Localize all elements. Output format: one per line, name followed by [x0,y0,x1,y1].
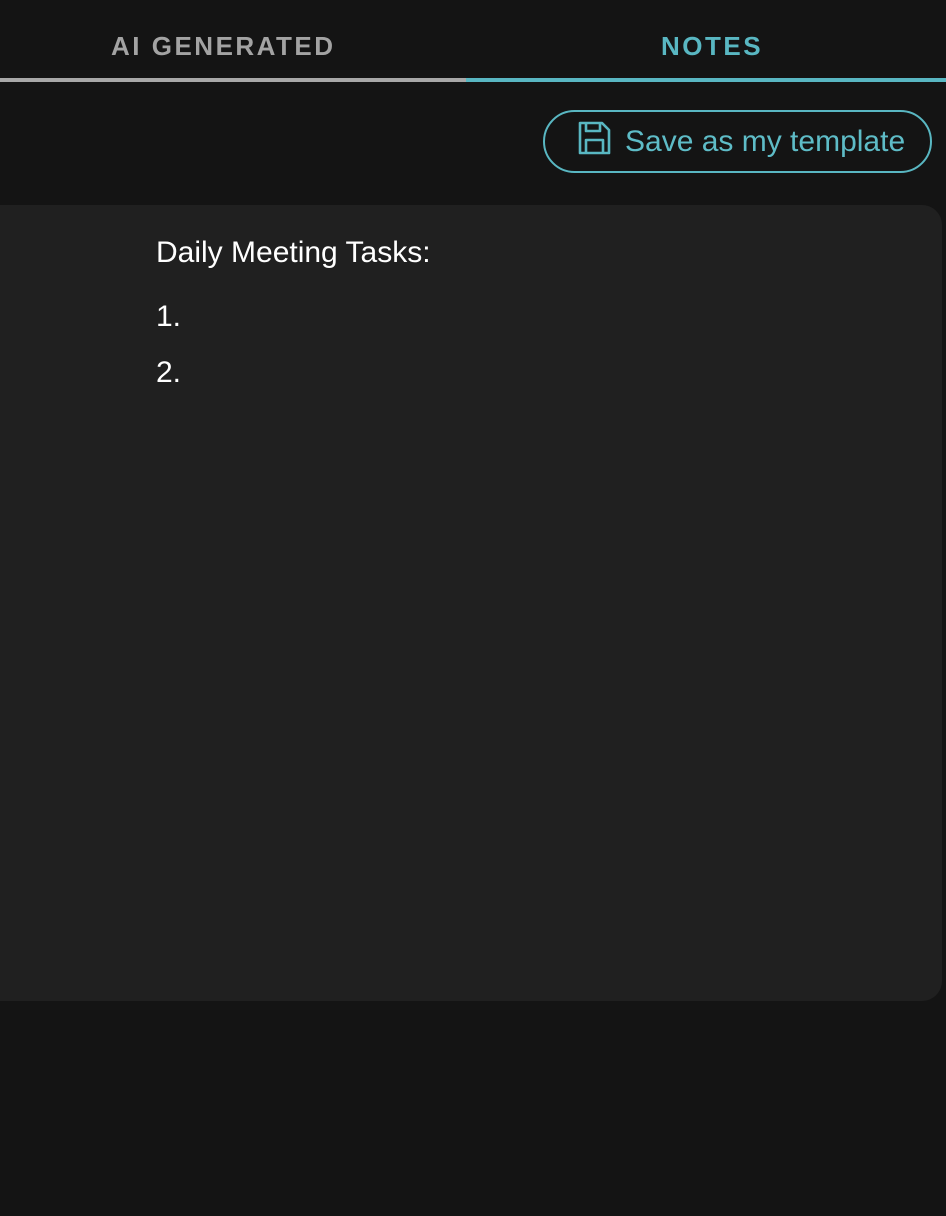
list-item: 2. [156,356,182,389]
tab-ai-generated[interactable]: AI GENERATED [0,0,466,82]
save-as-template-label: Save as my template [625,124,906,158]
tab-bar: AI GENERATED NOTES [0,0,946,82]
list-item: 1. [156,300,182,333]
tab-notes[interactable]: NOTES [466,0,946,82]
notes-editor[interactable]: Daily Meeting Tasks: 1. 2. [0,205,942,1001]
floppy-disk-icon [576,120,625,164]
notes-heading: Daily Meeting Tasks: [156,236,431,269]
save-as-template-button[interactable]: Save as my template [543,110,932,173]
